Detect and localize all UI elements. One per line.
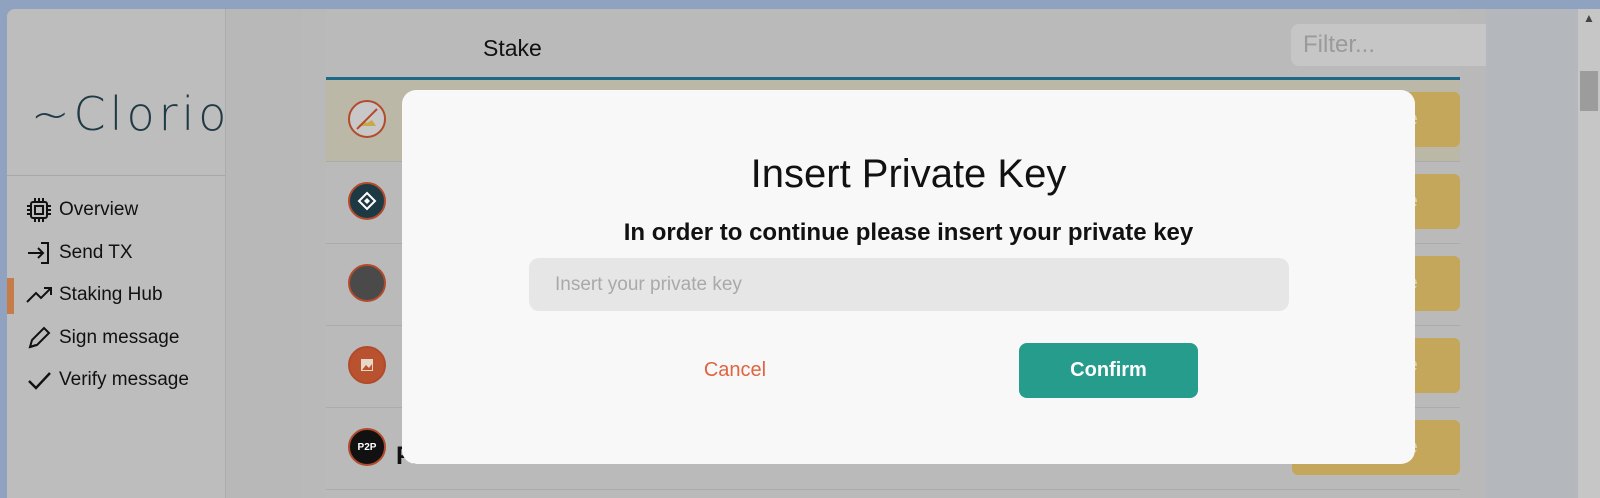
no-image-icon [356,108,378,130]
sidebar-nav: Overview Send TX Staking Hub Sign messag… [7,189,225,402]
sidebar: ~Clorio Overview Send TX Staking Hub Sig… [7,9,226,498]
chip-icon [27,198,51,223]
sidebar-divider [7,175,225,176]
content-gutter [226,9,302,498]
app-logo: ~Clorio [31,87,231,141]
modal-title: Insert Private Key [750,152,1067,196]
private-key-modal: Insert Private Key In order to continue … [402,90,1415,464]
sidebar-item-label: Overview [59,199,139,221]
trending-up-icon [26,287,52,303]
pen-icon [28,326,51,349]
sidebar-item-label: Staking Hub [59,284,163,306]
send-icon [28,241,49,264]
scroll-up-icon[interactable]: ▲ [1578,11,1600,27]
sidebar-item-overview[interactable]: Overview [7,189,225,232]
private-key-input[interactable] [529,258,1289,311]
table-header: Stake [326,9,1460,80]
validator-avatar [348,100,386,138]
validator-avatar [348,264,386,302]
validator-logo-icon [357,191,377,211]
sidebar-item-sign-message[interactable]: Sign message [7,317,225,360]
scrollbar-thumb[interactable] [1580,71,1598,111]
validator-avatar [348,346,386,384]
sidebar-item-label: Send TX [59,241,133,263]
image-icon [361,359,373,371]
validator-avatar [348,182,386,220]
p2p-logo-icon: P2P [357,441,377,453]
background-panel [1486,9,1578,498]
app-window: ~Clorio Overview Send TX Staking Hub Sig… [7,9,1600,498]
scrollbar[interactable]: ▲ [1578,9,1600,498]
check-icon [28,372,51,390]
sidebar-item-label: Verify message [59,369,189,391]
sidebar-item-staking-hub[interactable]: Staking Hub [7,274,225,317]
modal-subtitle: In order to continue please insert your … [623,219,1194,246]
confirm-button[interactable]: Confirm [1019,343,1198,398]
cancel-button[interactable]: Cancel [660,343,810,397]
sidebar-item-label: Sign message [59,326,180,348]
sidebar-item-verify-message[interactable]: Verify message [7,359,225,402]
sidebar-item-send-tx[interactable]: Send TX [7,232,225,275]
stake-column-header: Stake [483,35,542,61]
validator-avatar: P2P [348,428,386,466]
